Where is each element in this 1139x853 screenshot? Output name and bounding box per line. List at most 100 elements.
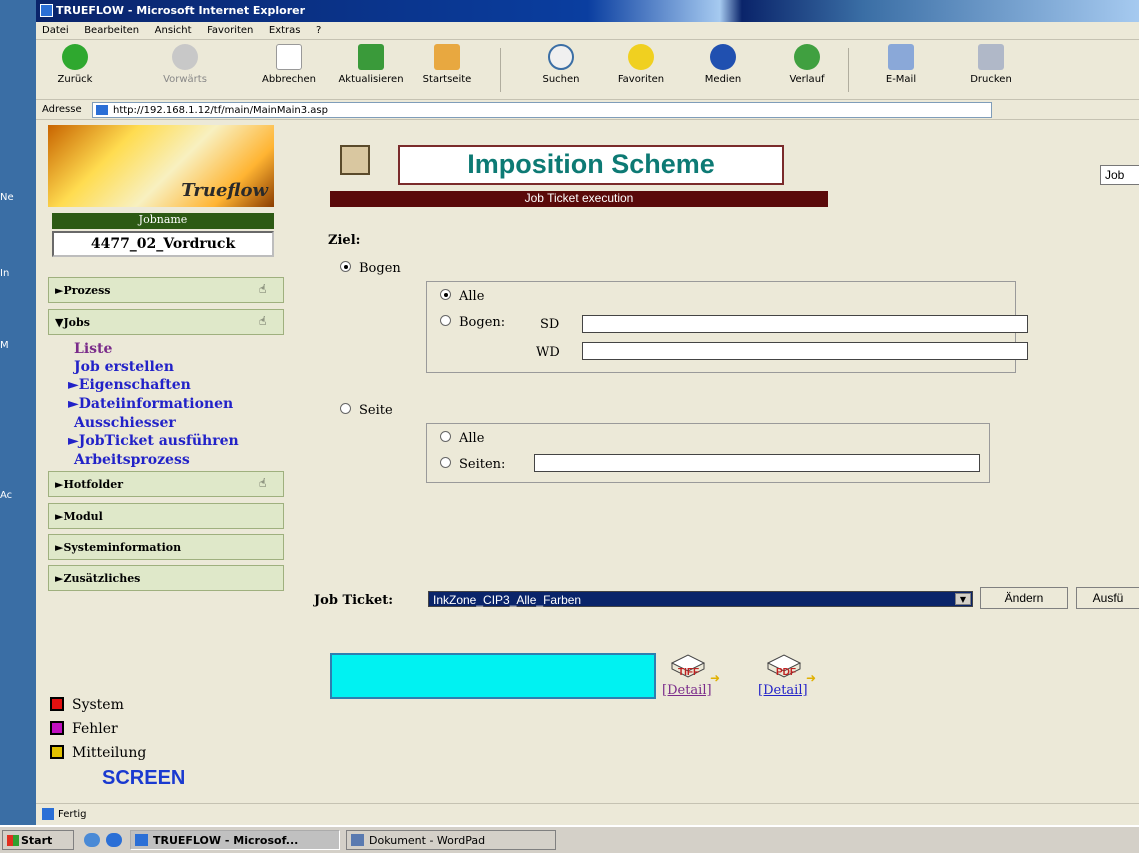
home-button[interactable]: Startseite (412, 44, 482, 85)
mail-button[interactable]: E-Mail (866, 44, 936, 85)
start-button[interactable]: Start (2, 830, 74, 850)
task-wordpad[interactable]: Dokument - WordPad (346, 830, 556, 850)
menu-help[interactable]: ? (310, 22, 327, 36)
execute-button[interactable]: Ausfü (1076, 587, 1139, 609)
pdf-icon: PDF (764, 651, 804, 681)
menu-datei[interactable]: Datei (36, 22, 75, 36)
ziel-label: Ziel: (328, 233, 361, 248)
radio-icon[interactable] (440, 289, 451, 300)
back-button[interactable]: Zurück (40, 44, 110, 85)
wd-input[interactable] (582, 342, 1028, 360)
nav-zusaetzliches[interactable]: ►Zusätzliches (48, 565, 284, 591)
nav-item-liste[interactable]: Liste (74, 341, 112, 357)
radio-icon[interactable] (340, 261, 351, 272)
star-icon (628, 44, 654, 70)
sd-input[interactable] (582, 315, 1028, 333)
radio-icon[interactable] (440, 315, 451, 326)
forward-label: Vorwärts (163, 74, 207, 85)
hand-icon[interactable]: ☝ (259, 282, 275, 298)
menu-ansicht[interactable]: Ansicht (149, 22, 198, 36)
history-button[interactable]: Verlauf (772, 44, 842, 85)
nav-item-jobticket[interactable]: ►JobTicket ausführen (68, 433, 239, 449)
menu-bearbeiten[interactable]: Bearbeiten (78, 22, 145, 36)
radio-icon[interactable] (440, 457, 451, 468)
search-icon (548, 44, 574, 70)
status-text: Fertig (58, 809, 87, 820)
nav-item-eigenschaften[interactable]: ►Eigenschaften (68, 377, 191, 393)
radio-seite[interactable]: Seite (340, 403, 393, 418)
arrow-icon: ➜ (806, 671, 817, 685)
nav-item-job-erstellen[interactable]: Job erstellen (74, 359, 174, 375)
arrow-icon: ➜ (710, 671, 721, 685)
address-value: http://192.168.1.12/tf/main/MainMain3.as… (113, 105, 328, 116)
nav-modul-label: ►Modul (55, 510, 103, 523)
jobname-header: Jobname (52, 213, 274, 229)
detail-link-tiff[interactable]: [Detail] (662, 683, 712, 698)
page-icon (96, 105, 108, 115)
nav-hotfolder[interactable]: ►Hotfolder ☝ (48, 471, 284, 497)
address-bar: Adresse http://192.168.1.12/tf/main/Main… (36, 100, 1139, 120)
document-icon (340, 145, 370, 175)
media-icon (710, 44, 736, 70)
stop-icon (276, 44, 302, 70)
desktop-label-2: In (0, 268, 10, 279)
seiten-input[interactable] (534, 454, 980, 472)
radio-seite-seiten[interactable]: Seiten: (440, 457, 505, 472)
hand-icon[interactable]: ☝ (259, 314, 275, 330)
history-icon (794, 44, 820, 70)
nav-systeminformation[interactable]: ►Systeminformation (48, 534, 284, 560)
job-ticket-select[interactable]: InkZone_CIP3_Alle_Farben ▼ (428, 591, 973, 607)
menu-favoriten[interactable]: Favoriten (201, 22, 259, 36)
detail-link-pdf[interactable]: [Detail] (758, 683, 808, 698)
start-label: Start (21, 834, 53, 847)
job-ticket-value: InkZone_CIP3_Alle_Farben (433, 593, 582, 607)
dropdown-arrow-icon[interactable]: ▼ (955, 593, 971, 605)
radio-icon[interactable] (340, 403, 351, 414)
radio-seite-alle[interactable]: Alle (440, 431, 484, 446)
status-panel (330, 653, 656, 699)
legend-fehler-label: Fehler (72, 721, 118, 737)
favorites-button[interactable]: Favoriten (606, 44, 676, 85)
desktop-label-1: Ne (0, 192, 14, 203)
windows-flag-icon (7, 835, 19, 846)
menu-bar: Datei Bearbeiten Ansicht Favoriten Extra… (36, 22, 1139, 40)
radio-bogen-alle[interactable]: Alle (440, 289, 484, 304)
address-input[interactable]: http://192.168.1.12/tf/main/MainMain3.as… (92, 102, 992, 118)
radio-bogen-bogen[interactable]: Bogen: (440, 315, 505, 330)
toolbar: Zurück Vorwärts Abbrechen Aktualisieren … (36, 40, 1139, 100)
show-desktop-icon[interactable] (84, 833, 100, 847)
seite-group (426, 423, 990, 483)
media-button[interactable]: Medien (688, 44, 758, 85)
tiff-icon: TIFF (668, 651, 708, 681)
task-trueflow[interactable]: TRUEFLOW - Microsof... (130, 830, 340, 850)
nav-modul[interactable]: ►Modul (48, 503, 284, 529)
task-trueflow-label: TRUEFLOW - Microsof... (153, 834, 299, 847)
ie-quicklaunch-icon[interactable] (106, 833, 122, 847)
nav-prozess[interactable]: ►Prozess ☝ (48, 277, 284, 303)
print-button[interactable]: Drucken (956, 44, 1026, 85)
radio-bogen[interactable]: Bogen (340, 261, 401, 276)
nav-hotfolder-label: ►Hotfolder (55, 478, 124, 491)
stop-label: Abbrechen (262, 74, 316, 85)
radio-icon[interactable] (440, 431, 451, 442)
hand-icon[interactable]: ☝ (259, 476, 275, 492)
refresh-label: Aktualisieren (338, 74, 404, 85)
refresh-icon (358, 44, 384, 70)
legend-mitteilung-label: Mitteilung (72, 745, 147, 761)
refresh-button[interactable]: Aktualisieren (336, 44, 406, 85)
forward-icon (172, 44, 198, 70)
nav-jobs[interactable]: ▼Jobs ☝ (48, 309, 284, 335)
nav-item-ausschiesser[interactable]: Ausschiesser (74, 415, 176, 431)
nav-item-dateiinformationen[interactable]: ►Dateiinformationen (68, 396, 233, 412)
print-label: Drucken (970, 74, 1012, 85)
search-button[interactable]: Suchen (526, 44, 596, 85)
menu-extras[interactable]: Extras (263, 22, 307, 36)
job-button[interactable]: Job (1100, 165, 1139, 185)
desktop-label-3: M (0, 340, 9, 351)
title-bar[interactable]: TRUEFLOW - Microsoft Internet Explorer (36, 0, 1139, 22)
change-button[interactable]: Ändern (980, 587, 1068, 609)
forward-button[interactable]: Vorwärts (150, 44, 220, 85)
browser-window: TRUEFLOW - Microsoft Internet Explorer D… (36, 0, 1139, 825)
stop-button[interactable]: Abbrechen (254, 44, 324, 85)
nav-item-arbeitsprozess[interactable]: Arbeitsprozess (74, 452, 190, 468)
